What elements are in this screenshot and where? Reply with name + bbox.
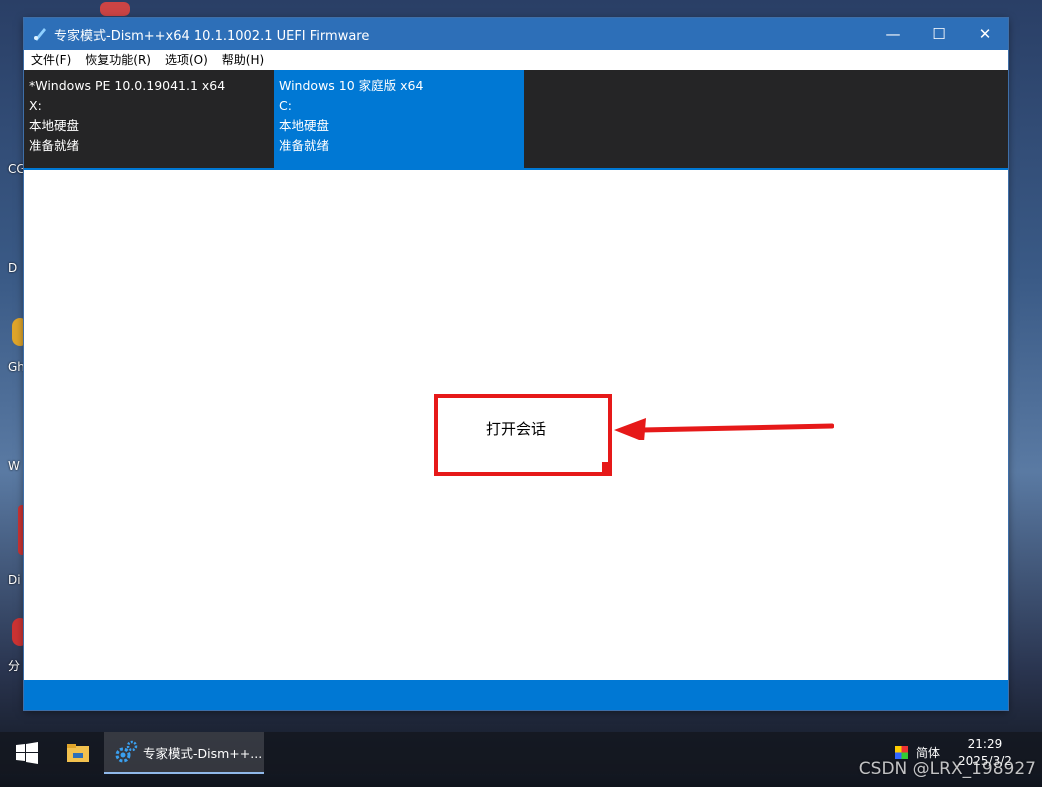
- open-session-label: 打开会话: [486, 420, 547, 438]
- ime-icon: [895, 746, 908, 759]
- menu-options[interactable]: 选项(O): [158, 50, 215, 70]
- session-type: 本地硬盘: [279, 118, 330, 133]
- session-bar: *Windows PE 10.0.19041.1 x64 X: 本地硬盘 准备就…: [24, 70, 1008, 170]
- session-drive: X:: [29, 98, 42, 113]
- desktop-icon-label[interactable]: 分: [8, 657, 20, 674]
- menu-recovery[interactable]: 恢复功能(R): [78, 50, 158, 70]
- gear-icon: [115, 740, 138, 763]
- main-content: 打开会话: [24, 170, 1008, 680]
- desktop-icon-label[interactable]: Gh: [8, 360, 25, 374]
- minimize-button[interactable]: —: [870, 18, 916, 50]
- session-status: 准备就绪: [279, 138, 330, 153]
- session-name: *Windows PE 10.0.19041.1 x64: [29, 78, 226, 93]
- taskbar-app-dism[interactable]: 专家模式-Dism++...: [104, 732, 264, 774]
- file-explorer-icon[interactable]: [66, 742, 90, 764]
- menu-help[interactable]: 帮助(H): [215, 50, 271, 70]
- windows-start-icon[interactable]: [16, 742, 38, 764]
- dism-app-icon: [34, 28, 46, 41]
- clock-time: 21:29: [967, 737, 1003, 751]
- window-title: 专家模式-Dism++x64 10.1.1002.1 UEFI Firmware: [54, 28, 370, 44]
- session-tile-winpe[interactable]: *Windows PE 10.0.19041.1 x64 X: 本地硬盘 准备就…: [24, 70, 274, 168]
- desktop-icon-label[interactable]: Di: [8, 573, 21, 587]
- status-bar: [24, 680, 1008, 710]
- session-drive: C:: [279, 98, 292, 113]
- dism-window: 专家模式-Dism++x64 10.1.1002.1 UEFI Firmware…: [24, 18, 1008, 710]
- taskbar-app-label: 专家模式-Dism++...: [143, 745, 263, 761]
- annotation-corner: [602, 462, 608, 472]
- session-tile-win10[interactable]: Windows 10 家庭版 x64 C: 本地硬盘 准备就绪: [274, 70, 524, 168]
- open-session-button[interactable]: 打开会话: [434, 394, 612, 476]
- menu-file[interactable]: 文件(F): [24, 50, 78, 70]
- session-type: 本地硬盘: [29, 118, 80, 133]
- watermark: CSDN @LRX_198927: [858, 759, 1036, 779]
- annotation-arrow: [614, 418, 834, 440]
- menu-bar: 文件(F) 恢复功能(R) 选项(O) 帮助(H): [24, 50, 1008, 70]
- desktop-icon-label[interactable]: W: [8, 459, 20, 473]
- desktop-icon-glyph[interactable]: [100, 2, 130, 16]
- close-button[interactable]: ✕: [962, 18, 1008, 50]
- desktop-icon-label[interactable]: D: [8, 261, 17, 275]
- maximize-button[interactable]: ☐: [916, 18, 962, 50]
- title-bar[interactable]: 专家模式-Dism++x64 10.1.1002.1 UEFI Firmware…: [24, 18, 1008, 50]
- session-name: Windows 10 家庭版 x64: [279, 78, 424, 93]
- session-status: 准备就绪: [29, 138, 80, 153]
